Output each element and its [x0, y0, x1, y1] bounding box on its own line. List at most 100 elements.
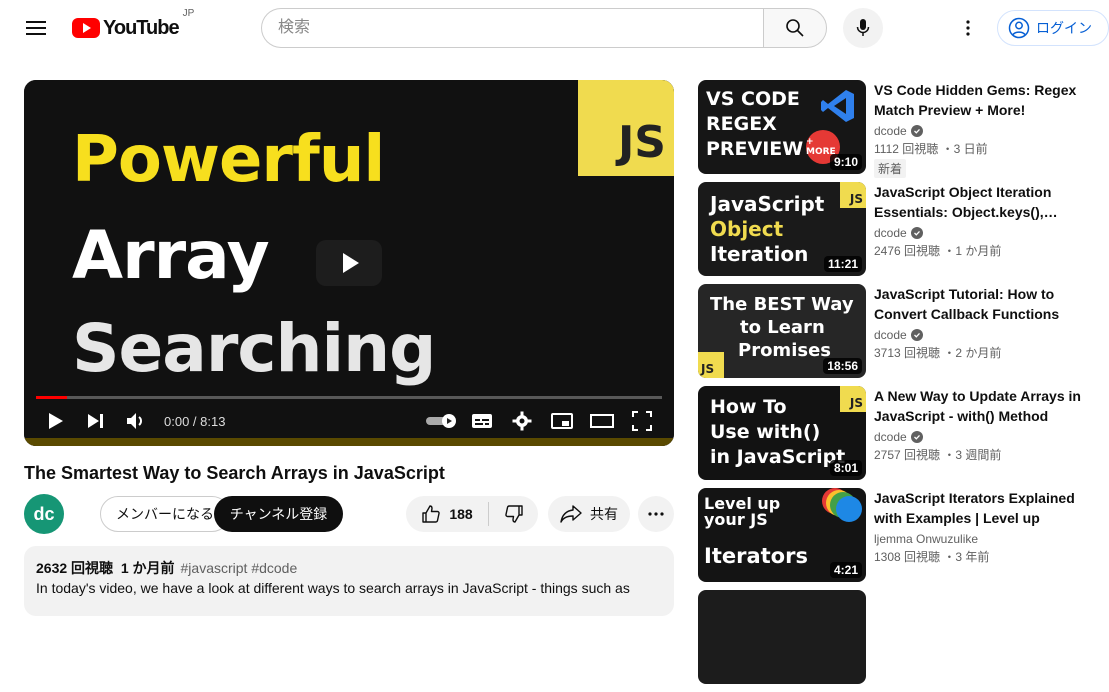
video-thumbnail[interactable]: JS How To Use with() in JavaScript 8:01	[698, 386, 866, 480]
thumb-text: Iteration	[710, 242, 809, 266]
miniplayer-button[interactable]	[542, 401, 582, 441]
video-duration: 18:56	[823, 358, 862, 374]
channel-name[interactable]: dcode	[874, 430, 907, 444]
related-video-title[interactable]: A New Way to Update Arrays in JavaScript…	[874, 386, 1084, 426]
related-video-card[interactable]: Level up your JS Iterators 4:21 JavaScri…	[698, 488, 1098, 590]
channel-actions-row: dc メンバーになる チャンネル登録 188 共有	[24, 494, 674, 534]
large-play-button[interactable]	[316, 240, 382, 286]
thumb-text: REGEX	[706, 113, 777, 135]
video-info: JavaScript Iterators Explained with Exam…	[874, 488, 1084, 565]
view-count: 2632 回視聴	[36, 560, 114, 576]
theater-icon	[590, 414, 614, 428]
verified-icon	[910, 227, 923, 239]
autoplay-toggle[interactable]	[422, 401, 462, 441]
hashtags[interactable]: #javascript #dcode	[181, 560, 298, 576]
upload-date: 1 か月前	[120, 560, 175, 576]
related-video-card[interactable]: JS JavaScript Object Iteration 11:21 Jav…	[698, 182, 1098, 284]
subtitles-icon	[472, 414, 492, 428]
description-text: In today's video, we have a look at diff…	[36, 580, 630, 596]
thumb-text: to Learn	[740, 317, 825, 338]
thumb-text: How To	[710, 396, 787, 418]
channel-name-row: dcode	[874, 328, 1084, 342]
thumb-text: your JS	[704, 510, 768, 529]
settings-button[interactable]	[502, 401, 542, 441]
related-video-card[interactable]	[698, 590, 1098, 692]
verified-icon	[910, 431, 923, 443]
like-count: 188	[449, 506, 473, 522]
channel-avatar[interactable]: dc	[24, 494, 64, 534]
settings-menu-button[interactable]	[948, 8, 988, 48]
thumb-text: Use with()	[710, 421, 821, 443]
related-video-title[interactable]: JavaScript Tutorial: How to Convert Call…	[874, 284, 1084, 324]
decorative-dots	[836, 496, 862, 522]
video-thumbnail[interactable]: The BEST Way to Learn Promises JS 18:56	[698, 284, 866, 378]
join-button[interactable]: メンバーになる	[100, 496, 230, 532]
thumb-text: in JavaScript	[710, 446, 846, 468]
related-videos: VS CODE REGEX PREVIEW + MORE 9:10 VS Cod…	[698, 80, 1098, 692]
video-thumbnail[interactable]: Level up your JS Iterators 4:21	[698, 488, 866, 582]
fullscreen-button[interactable]	[622, 401, 662, 441]
masthead: YouTube JP ログイン	[0, 0, 1109, 56]
subtitles-button[interactable]	[462, 401, 502, 441]
thumbnail-text-line-3: Searching	[72, 310, 436, 387]
skip-next-icon	[88, 414, 103, 428]
logo-text: YouTube	[103, 16, 180, 39]
player-bottom-bar	[24, 438, 674, 446]
thumb-text: VS CODE	[706, 88, 800, 110]
new-badge: 新着	[874, 159, 907, 178]
next-button[interactable]	[76, 401, 116, 441]
fullscreen-icon	[632, 411, 652, 431]
video-meta: 1112 回視聴 ・3 日前	[874, 142, 988, 156]
vscode-icon	[821, 90, 854, 122]
video-meta: 2757 回視聴 ・3 週間前	[874, 448, 1002, 462]
dislike-button[interactable]	[489, 496, 538, 532]
description-box[interactable]: 2632 回視聴 1 か月前 #javascript #dcode In toda…	[24, 546, 674, 616]
related-video-card[interactable]: VS CODE REGEX PREVIEW + MORE 9:10 VS Cod…	[698, 80, 1098, 182]
channel-name[interactable]: dcode	[874, 124, 907, 138]
video-title: The Smartest Way to Search Arrays in Jav…	[24, 463, 445, 483]
more-actions-button[interactable]	[638, 496, 674, 532]
share-button[interactable]: 共有	[548, 496, 630, 532]
channel-name-row: dcode	[874, 430, 1084, 444]
js-badge: JS	[840, 386, 866, 412]
progress-bar[interactable]	[36, 396, 662, 399]
related-video-title[interactable]: JavaScript Object Iteration Essentials: …	[874, 182, 1084, 222]
account-icon	[1008, 17, 1030, 39]
theater-mode-button[interactable]	[582, 401, 622, 441]
more-vertical-icon	[966, 20, 970, 36]
volume-button[interactable]	[116, 401, 156, 441]
like-button[interactable]: 188	[406, 496, 488, 532]
video-meta: 2476 回視聴 ・1 か月前	[874, 244, 1002, 258]
search-input[interactable]	[261, 8, 763, 48]
hamburger-menu-button[interactable]	[16, 8, 56, 48]
video-info: JavaScript Tutorial: How to Convert Call…	[874, 284, 1084, 361]
video-info: VS Code Hidden Gems: Regex Match Preview…	[874, 80, 1084, 178]
gear-icon	[512, 411, 532, 431]
play-button[interactable]	[36, 401, 76, 441]
progress-fill	[36, 396, 68, 399]
related-video-title[interactable]: JavaScript Iterators Explained with Exam…	[874, 488, 1084, 528]
related-video-title[interactable]: VS Code Hidden Gems: Regex Match Preview…	[874, 80, 1084, 120]
video-thumbnail[interactable]: VS CODE REGEX PREVIEW + MORE 9:10	[698, 80, 866, 174]
channel-name[interactable]: ljemma Onwuzulike	[874, 532, 978, 546]
search-button[interactable]	[763, 8, 827, 48]
more-horizontal-icon	[648, 512, 664, 516]
channel-name[interactable]: dcode	[874, 328, 907, 342]
related-video-card[interactable]: JS How To Use with() in JavaScript 8:01 …	[698, 386, 1098, 488]
login-button[interactable]: ログイン	[997, 10, 1109, 46]
share-label: 共有	[590, 506, 618, 522]
video-thumbnail[interactable]: JS JavaScript Object Iteration 11:21	[698, 182, 866, 276]
thumb-text: Iterators	[704, 544, 808, 568]
video-meta: 3713 回視聴 ・2 か月前	[874, 346, 1002, 360]
youtube-logo-icon	[72, 18, 100, 38]
video-thumbnail[interactable]	[698, 590, 866, 684]
voice-search-button[interactable]	[843, 8, 883, 48]
subscribe-button[interactable]: チャンネル登録	[214, 496, 343, 532]
player-controls: 0:00 / 8:13	[24, 400, 674, 442]
youtube-logo[interactable]: YouTube JP	[72, 8, 194, 42]
thumbs-up-icon	[422, 505, 441, 523]
video-player[interactable]: Powerful Array Searching JS 0:00 / 8:13	[24, 80, 674, 446]
thumbnail-text-line-1: Powerful	[72, 123, 385, 197]
related-video-card[interactable]: The BEST Way to Learn Promises JS 18:56 …	[698, 284, 1098, 386]
channel-name[interactable]: dcode	[874, 226, 907, 240]
